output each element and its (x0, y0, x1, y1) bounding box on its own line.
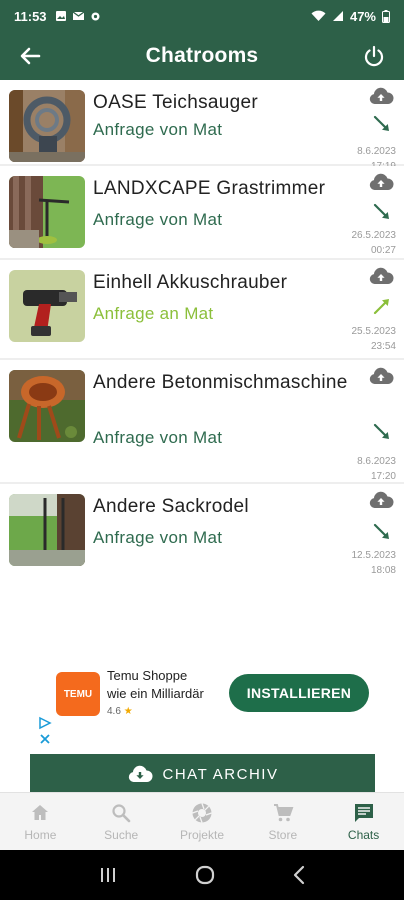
nav-chats-label: Chats (347, 828, 380, 842)
nav-store[interactable]: Store (242, 793, 323, 850)
chat-archive-label: CHAT ARCHIV (162, 765, 279, 783)
gallery-icon (55, 11, 66, 21)
power-icon (364, 45, 384, 67)
chat-title: Andere Sackrodel (93, 496, 249, 517)
settings-icon (91, 12, 100, 20)
logout-button[interactable] (360, 42, 388, 70)
aperture-icon (192, 803, 212, 823)
nav-home[interactable]: Home (0, 793, 81, 850)
chat-date: 25.5.2023 23:54 (351, 326, 397, 352)
home-icon (32, 805, 49, 820)
ad-rating: 4.6 ★ (107, 706, 133, 717)
battery-percent: 47% (349, 8, 376, 24)
chat-subtitle: Anfrage an Mat (93, 304, 214, 323)
back-chevron-icon[interactable] (292, 865, 306, 885)
product-thumbnail (9, 90, 85, 162)
ad-banner[interactable]: TEMU Temu Shoppe wie ein Milliardär 4.6 … (30, 664, 374, 724)
chat-subtitle: Anfrage von Mat (93, 428, 223, 447)
outgoing-arrow-icon (373, 299, 389, 315)
mail-icon (72, 11, 84, 20)
adchoices-icon[interactable] (38, 716, 52, 746)
chat-item[interactable]: Andere Sackrodel Anfrage von Mat 12.5.20… (0, 484, 404, 584)
search-icon (112, 804, 131, 823)
chat-archive-button[interactable]: CHAT ARCHIV (30, 754, 375, 794)
nav-search-label: Suche (104, 828, 139, 842)
incoming-arrow-icon (373, 423, 389, 439)
chat-title: Einhell Akkuschrauber (93, 272, 288, 293)
status-time: 11:53 (14, 8, 47, 24)
chat-date: 12.5.2023 18:08 (351, 550, 397, 576)
chat-title: OASE Teichsauger (93, 92, 258, 113)
nav-projects-label: Projekte (179, 828, 224, 842)
ad-rating-value: 4.6 (107, 706, 121, 717)
cloud-upload-icon[interactable] (368, 172, 394, 192)
nav-search[interactable]: Suche (81, 793, 162, 850)
chat-list: OASE Teichsauger Anfrage von Mat 8.6.202… (0, 80, 404, 584)
signal-icon (332, 11, 343, 21)
chat-item[interactable]: LANDXCAPE Grastrimmer Anfrage von Mat 26… (0, 166, 404, 260)
ad-app-name: Temu Shoppe (107, 668, 188, 683)
temu-logo-text: TEMU (63, 688, 93, 700)
battery-icon (382, 9, 390, 23)
product-thumbnail (9, 370, 85, 442)
back-arrow-icon (20, 47, 41, 65)
nav-projects[interactable]: Projekte (162, 793, 243, 850)
star-icon: ★ (123, 706, 133, 717)
cloud-upload-icon[interactable] (368, 490, 394, 510)
product-thumbnail (9, 176, 85, 248)
home-circle-icon[interactable] (194, 864, 216, 886)
incoming-arrow-icon (373, 523, 389, 539)
cloud-download-icon (128, 765, 153, 782)
wifi-icon (311, 10, 326, 21)
chat-subtitle: Anfrage von Mat (93, 120, 223, 139)
status-bar: 11:53 47% (0, 0, 404, 32)
system-navigation-bar (0, 850, 404, 900)
notification-icons (55, 10, 101, 22)
cloud-upload-icon[interactable] (368, 86, 394, 106)
chat-item[interactable]: Andere Betonmischmaschine Anfrage von Ma… (0, 360, 404, 484)
nav-home-label: Home (24, 828, 57, 842)
product-thumbnail (9, 270, 85, 342)
product-thumbnail (9, 494, 85, 566)
nav-store-label: Store (268, 828, 298, 842)
incoming-arrow-icon (373, 203, 389, 219)
chat-title: Andere Betonmischmaschine (93, 372, 348, 393)
app-bar: Chatrooms (0, 32, 404, 80)
cart-icon (273, 804, 294, 822)
incoming-arrow-icon (373, 115, 389, 131)
chat-date: 26.5.2023 00:27 (351, 230, 397, 256)
chat-subtitle: Anfrage von Mat (93, 210, 223, 229)
cloud-upload-icon[interactable] (368, 366, 394, 386)
chat-item[interactable]: OASE Teichsauger Anfrage von Mat 8.6.202… (0, 80, 404, 172)
nav-chats[interactable]: Chats (323, 793, 404, 850)
install-button[interactable]: INSTALLIEREN (229, 674, 369, 712)
chat-icon (354, 804, 373, 822)
ad-tagline: wie ein Milliardär (107, 686, 204, 701)
recent-apps-icon[interactable] (98, 866, 118, 884)
cloud-upload-icon[interactable] (368, 266, 394, 286)
page-title: Chatrooms (145, 44, 259, 67)
chat-date: 8.6.2023 17:20 (357, 456, 396, 482)
chat-title: LANDXCAPE Grastrimmer (93, 178, 326, 199)
bottom-navigation: Home Suche Projekte Store Chats (0, 792, 404, 850)
chat-subtitle: Anfrage von Mat (93, 528, 223, 547)
temu-logo: TEMU (56, 672, 100, 716)
back-button[interactable] (16, 42, 44, 70)
chat-item[interactable]: Einhell Akkuschrauber Anfrage an Mat 25.… (0, 260, 404, 360)
